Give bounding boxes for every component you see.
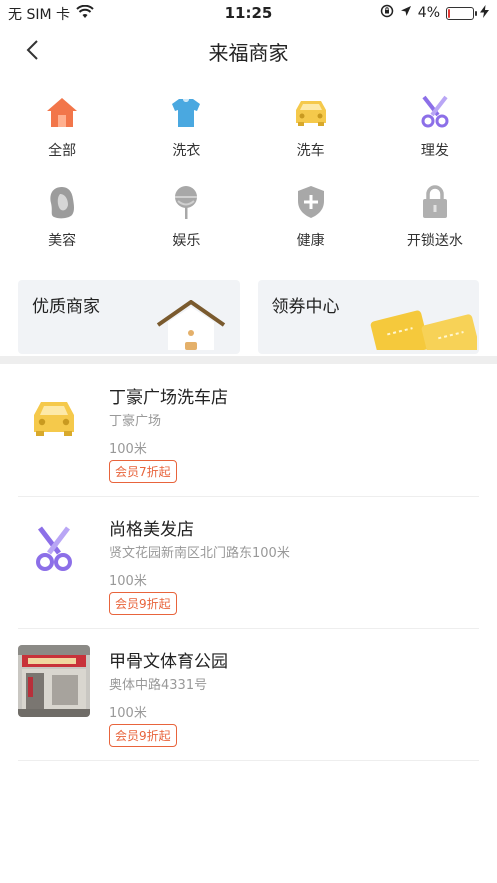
category-label: 洗衣: [172, 143, 201, 159]
car-icon: [291, 92, 331, 132]
merchant-name: 尚格美发店: [109, 520, 194, 540]
battery-icon: [446, 6, 477, 20]
lock-icon: [415, 182, 455, 222]
category-label: 健康: [296, 233, 325, 249]
merchant-name: 丁豪广场洗车店: [109, 388, 228, 408]
merchant-distance: 100米: [109, 574, 147, 589]
lollipop-icon: [166, 182, 206, 222]
car-icon: [18, 381, 90, 453]
shield-plus-icon: [291, 182, 331, 222]
merchant-distance: 100米: [109, 706, 147, 721]
charging-bolt-icon: [480, 4, 489, 22]
section-divider: [0, 356, 497, 364]
battery-fill: [448, 8, 450, 18]
category-label: 全部: [48, 143, 77, 159]
home-icon: [42, 92, 82, 132]
merchant-list-item[interactable]: 尚格美发店 贤文花园新南区北门路东100米 100米 会员9折起: [18, 497, 479, 629]
category-label: 娱乐: [172, 233, 201, 249]
face-icon: [42, 182, 82, 222]
shirt-icon: [166, 92, 206, 132]
category-grid: 全部 洗衣 洗车 理发 美容 娱乐 健康 开锁送水: [0, 92, 497, 250]
battery-percent: 4%: [417, 5, 440, 21]
merchant-address: 贤文花园新南区北门路东100米: [109, 546, 290, 561]
discount-badge: 会员7折起: [109, 460, 177, 483]
category-label: 洗车: [296, 143, 325, 159]
category-label: 美容: [48, 233, 77, 249]
discount-badge: 会员9折起: [109, 724, 177, 747]
storefront-photo: [18, 645, 90, 717]
scissors-icon: [415, 92, 455, 132]
status-right: 4%: [380, 4, 489, 22]
rotation-lock-icon: [380, 4, 394, 22]
category-haircut[interactable]: 理发: [373, 92, 497, 160]
coupon-icon: [367, 302, 479, 354]
banner-label: 领券中心: [271, 297, 340, 317]
page-title: 来福商家: [208, 41, 289, 65]
merchant-list: 丁豪广场洗车店 丁豪广场 100米 会员7折起 尚格美发店 贤文花园新南区北门路…: [0, 365, 497, 761]
category-label: 开锁送水: [406, 233, 463, 249]
category-beauty[interactable]: 美容: [0, 182, 124, 250]
banner-label: 优质商家: [32, 297, 100, 317]
location-arrow-icon: [400, 5, 412, 21]
category-locksmith-water[interactable]: 开锁送水: [373, 182, 497, 250]
scissors-icon: [18, 513, 90, 585]
merchant-list-item[interactable]: 丁豪广场洗车店 丁豪广场 100米 会员7折起: [18, 365, 479, 497]
merchant-address: 丁豪广场: [109, 414, 162, 429]
category-laundry[interactable]: 洗衣: [124, 92, 248, 160]
merchant-address: 奥体中路4331号: [109, 678, 208, 693]
category-label: 理发: [420, 143, 449, 159]
coupon-center-banner[interactable]: 领券中心: [257, 280, 479, 354]
quality-merchants-banner[interactable]: 优质商家: [18, 280, 240, 354]
nav-bar: 来福商家: [0, 26, 497, 74]
category-health[interactable]: 健康: [249, 182, 373, 250]
merchant-list-item[interactable]: 甲骨文体育公园 奥体中路4331号 100米 会员9折起: [18, 629, 479, 761]
banner-row: 优质商家 领券中心: [18, 280, 479, 354]
merchant-distance: 100米: [109, 442, 147, 457]
category-entertainment[interactable]: 娱乐: [124, 182, 248, 250]
category-carwash[interactable]: 洗车: [249, 92, 373, 160]
category-all[interactable]: 全部: [0, 92, 124, 160]
status-bar: 无 SIM 卡 11:25 4%: [0, 0, 497, 26]
house-icon: [156, 299, 226, 354]
merchant-name: 甲骨文体育公园: [109, 652, 228, 672]
discount-badge: 会员9折起: [109, 592, 177, 615]
